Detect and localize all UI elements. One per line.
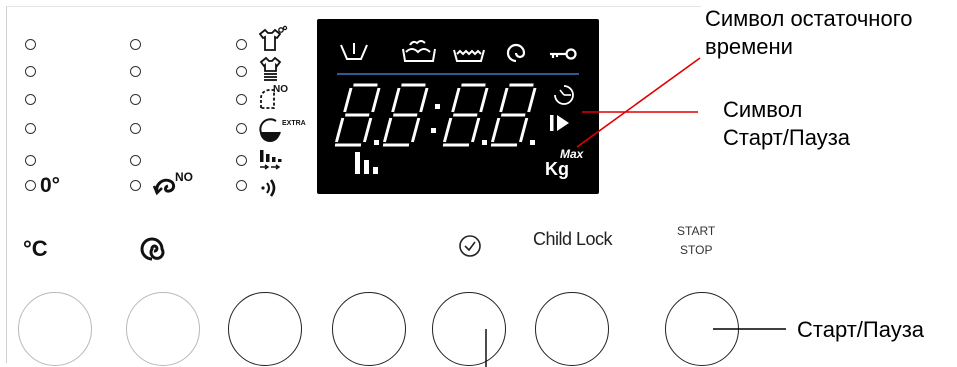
- child-lock-label: Child Lock: [533, 229, 613, 249]
- no-badge: NO: [273, 84, 288, 95]
- shirt-stack-icon: [259, 56, 282, 81]
- delay-timer-icon: [459, 235, 481, 257]
- option-button-1[interactable]: [228, 292, 302, 366]
- no-spin-label: NO: [175, 170, 193, 184]
- option-led-2: [236, 66, 247, 77]
- prewash-icon: [340, 43, 368, 60]
- spin-icon: [506, 43, 526, 63]
- sound-icon: [261, 179, 276, 197]
- start-stop-label-line1: START: [677, 224, 716, 238]
- shirt-water-drop-icon: [258, 25, 288, 51]
- display-top-icons: [337, 40, 579, 75]
- child-lock-button[interactable]: [535, 292, 609, 366]
- temp-led-6: [25, 180, 36, 191]
- start-stop-button[interactable]: [665, 292, 739, 366]
- temp-led-1: [25, 39, 36, 50]
- start-pause-button-annotation: Старт/Пауза: [797, 317, 925, 342]
- option-led-4: [236, 123, 247, 134]
- spin-led-2: [130, 66, 141, 77]
- temp-led-3: [25, 94, 36, 105]
- spin-led-1: [130, 39, 141, 50]
- option-button-2[interactable]: [332, 292, 406, 366]
- remaining-time-annotation-line2: времени: [705, 34, 793, 59]
- temp-led-4: [25, 123, 36, 134]
- start-pause-symbol-annotation-line2: Старт/Пауза: [723, 125, 851, 150]
- lcd-display: Max Kg: [317, 19, 599, 194]
- load-level-bars-icon: [355, 152, 378, 174]
- kg-label: Kg: [545, 159, 569, 179]
- option-led-3: [236, 94, 247, 105]
- option-led-6: [236, 180, 247, 191]
- spin-led-3: [130, 94, 141, 105]
- zero-degree-label: 0°: [40, 174, 61, 197]
- option-led-5: [236, 155, 247, 166]
- remaining-time-icon: [554, 85, 574, 105]
- option-led-1: [236, 39, 247, 50]
- control-panel-diagram: 0° NO NO EXTRA Max Kg °C Child Lock STAR…: [0, 0, 957, 367]
- wash-icon: [402, 40, 436, 62]
- temperature-knob[interactable]: [18, 292, 92, 366]
- spin-led-5: [130, 155, 141, 166]
- spin-speed-icon: [140, 237, 165, 261]
- door-lock-key-icon: [550, 48, 577, 60]
- extra-badge: EXTRA: [282, 120, 306, 127]
- temp-led-2: [25, 66, 36, 77]
- bars-arrows-icon: [260, 150, 282, 170]
- spin-led-6: [130, 180, 141, 191]
- temperature-label: °C: [23, 236, 48, 261]
- temp-led-5: [25, 155, 36, 166]
- start-stop-label-line2: STOP: [680, 243, 713, 257]
- rinse-icon: [453, 49, 485, 62]
- start-pause-symbol-annotation-line1: Символ: [723, 97, 803, 122]
- start-pause-icon: [550, 115, 569, 131]
- spin-speed-knob[interactable]: [126, 292, 200, 366]
- remaining-time-annotation-line1: Символ остаточного: [705, 6, 913, 31]
- delay-timer-button[interactable]: [432, 292, 506, 366]
- spin-led-4: [130, 123, 141, 134]
